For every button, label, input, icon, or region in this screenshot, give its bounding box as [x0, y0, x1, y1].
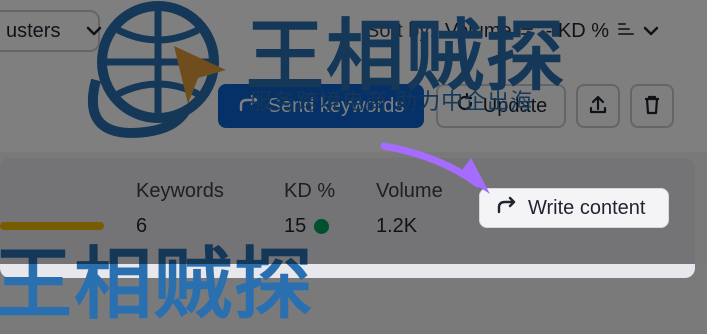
refresh-icon	[455, 92, 475, 119]
upload-button[interactable]	[576, 84, 620, 128]
upload-icon	[587, 94, 609, 119]
metric-kd: KD % 15	[284, 180, 335, 238]
kd-header: KD %	[284, 180, 336, 202]
progress-bar	[0, 222, 104, 230]
metric-volume: Volume 1.2K	[376, 180, 443, 238]
delete-button[interactable]	[630, 84, 674, 128]
metric-keywords: Keywords 6	[136, 180, 224, 238]
update-button[interactable]: Update	[436, 84, 566, 128]
sort-desc-icon	[520, 20, 538, 43]
sort-by-label: Sort by:	[366, 19, 435, 42]
chevron-down-icon	[86, 20, 102, 43]
update-label: Update	[482, 94, 548, 117]
share-arrow-icon	[238, 94, 260, 118]
send-keywords-label: Send keywords	[267, 94, 405, 117]
volume-value: 1.2K	[376, 215, 418, 237]
keywords-value: 6	[136, 215, 148, 237]
sort-control[interactable]: Sort by: Volume - KD %	[356, 10, 698, 52]
share-arrow-icon	[496, 196, 518, 220]
trash-icon	[642, 94, 662, 119]
chevron-down-icon	[643, 20, 659, 43]
kd-status-dot	[314, 219, 330, 234]
clusters-dropdown[interactable]: usters	[0, 10, 102, 52]
write-content-button[interactable]: Write content	[479, 188, 669, 228]
sort-primary-label: Volume	[444, 19, 512, 42]
sort-asc-icon	[617, 20, 635, 43]
sort-select[interactable]: Volume - KD %	[445, 20, 659, 43]
volume-header: Volume	[376, 180, 443, 202]
kd-value: 15	[284, 215, 307, 237]
write-content-label: Write content	[528, 196, 646, 219]
send-keywords-button[interactable]: Send keywords	[218, 84, 424, 128]
sort-secondary-label: - KD %	[545, 19, 609, 42]
clusters-label: usters	[6, 19, 61, 42]
keywords-header: Keywords	[136, 180, 224, 202]
